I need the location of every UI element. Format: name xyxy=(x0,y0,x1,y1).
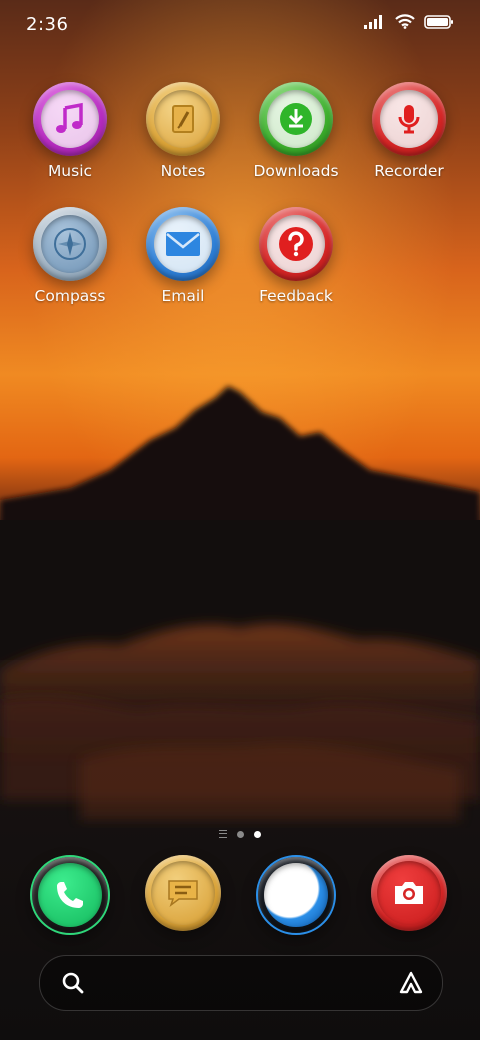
music-note-icon xyxy=(56,102,83,133)
search-bar[interactable] xyxy=(39,955,443,1011)
app-notes[interactable]: Notes xyxy=(127,82,239,180)
phone-icon xyxy=(57,882,83,908)
app-feedback[interactable]: Feedback xyxy=(240,207,352,305)
assistant-icon[interactable] xyxy=(398,970,424,996)
dock-messages[interactable] xyxy=(127,855,239,931)
page-indicator[interactable] xyxy=(0,830,480,838)
app-label: Email xyxy=(161,287,205,305)
app-label: Recorder xyxy=(374,162,444,180)
dock-browser[interactable] xyxy=(240,855,352,935)
app-music[interactable]: Music xyxy=(14,82,126,180)
app-label: Downloads xyxy=(253,162,339,180)
dock-camera[interactable] xyxy=(353,855,465,931)
dock-phone[interactable] xyxy=(14,855,126,935)
status-time: 2:36 xyxy=(26,14,69,35)
battery-icon xyxy=(424,14,453,29)
page-dot-active[interactable] xyxy=(254,830,261,838)
message-icon xyxy=(168,880,198,908)
page-dot[interactable] xyxy=(237,830,244,838)
status-icons xyxy=(364,14,454,29)
signal-icon xyxy=(364,14,382,29)
question-icon xyxy=(279,227,313,261)
envelope-icon xyxy=(166,232,200,256)
app-label: Music xyxy=(47,162,93,180)
pages-menu-icon[interactable] xyxy=(219,830,227,838)
search-icon[interactable] xyxy=(62,972,84,994)
app-recorder[interactable]: Recorder xyxy=(353,82,465,180)
app-compass[interactable]: Compass xyxy=(14,207,126,305)
compass-icon xyxy=(54,228,86,260)
browser-icon xyxy=(286,885,306,905)
status-bar: 2:36 xyxy=(0,0,480,50)
app-downloads[interactable]: Downloads xyxy=(240,82,352,180)
microphone-icon xyxy=(398,105,420,134)
app-label: Compass xyxy=(34,287,106,305)
notepad-icon xyxy=(172,105,194,133)
app-email[interactable]: Email xyxy=(127,207,239,305)
camera-icon xyxy=(395,882,423,904)
app-label: Notes xyxy=(160,162,206,180)
app-label: Feedback xyxy=(259,287,333,305)
wifi-icon xyxy=(395,14,415,29)
download-icon xyxy=(280,103,312,135)
